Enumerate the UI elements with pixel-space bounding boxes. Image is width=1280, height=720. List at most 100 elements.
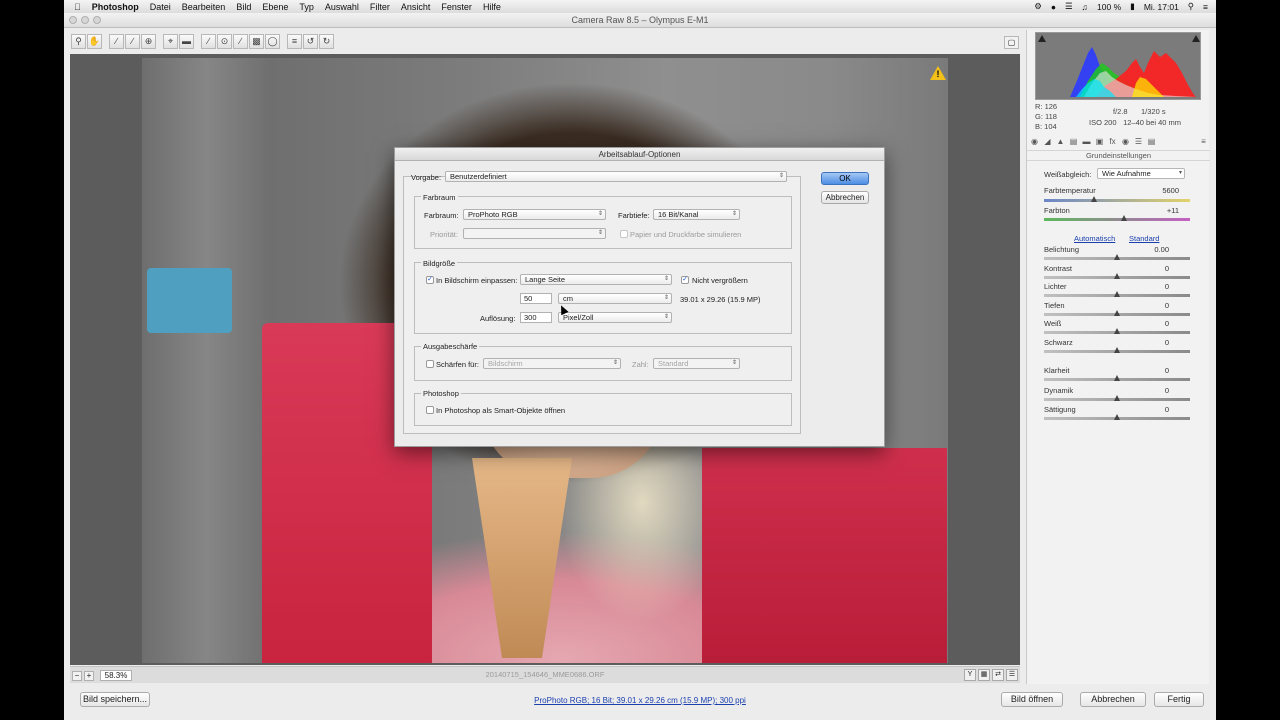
white-balance-tool-icon[interactable]: ∕ — [109, 34, 124, 49]
crop-tool-icon[interactable]: ⌖ — [163, 34, 178, 49]
red-eye-tool-icon[interactable]: ⊙ — [217, 34, 232, 49]
cancel-button[interactable]: Abbrechen — [1080, 692, 1146, 707]
resolution-unit-select[interactable]: Pixel/Zoll ⇕ — [558, 312, 672, 323]
straighten-tool-icon[interactable]: ▬ — [179, 34, 194, 49]
menu-ebene[interactable]: Ebene — [262, 2, 288, 12]
tab-split-toning-icon[interactable]: ▬ — [1081, 136, 1092, 147]
fit-screen-select[interactable]: Lange Seite ⇕ — [520, 274, 672, 285]
temperature-slider-thumb[interactable] — [1090, 196, 1097, 202]
priority-select[interactable]: ⇕ — [463, 228, 606, 239]
slider-track[interactable] — [1044, 272, 1190, 279]
slider-value[interactable]: 0 — [1129, 405, 1169, 414]
notification-icon[interactable]: ≡ — [1203, 2, 1208, 12]
tab-hsl-icon[interactable]: ▤ — [1068, 136, 1079, 147]
temperature-value[interactable]: 5600 — [1139, 186, 1179, 195]
adjustment-brush-tool-icon[interactable]: ∕ — [233, 34, 248, 49]
slider-track[interactable] — [1044, 309, 1190, 316]
preferences-tool-icon[interactable]: ≡ — [287, 34, 302, 49]
battery-icon[interactable]: ▮ — [1130, 1, 1135, 12]
slider-track[interactable] — [1044, 254, 1190, 260]
slider-thumb[interactable] — [1114, 272, 1120, 279]
menu-hilfe[interactable]: Hilfe — [483, 2, 501, 12]
zoom-window-icon[interactable] — [93, 16, 101, 24]
hand-tool-icon[interactable]: ✋ — [87, 34, 102, 49]
wifi-icon[interactable]: ☰ — [1065, 1, 1073, 12]
tab-lens-icon[interactable]: ▣ — [1094, 136, 1105, 147]
wb-select[interactable]: Wie Aufnahme ▾ — [1097, 168, 1185, 179]
rotate-right-icon[interactable]: ↻ — [319, 34, 334, 49]
slider-value[interactable]: 0 — [1129, 366, 1169, 375]
slider-track[interactable] — [1044, 394, 1190, 401]
slider-thumb[interactable] — [1114, 291, 1120, 298]
slider-thumb[interactable] — [1114, 375, 1120, 381]
filter-icon[interactable]: Y — [964, 669, 976, 681]
slider-track[interactable] — [1044, 328, 1190, 335]
tint-slider-thumb[interactable] — [1121, 215, 1128, 221]
size-input[interactable]: 50 — [520, 293, 552, 304]
tab-presets-icon[interactable]: ☰ — [1133, 136, 1144, 147]
shadow-clipping-icon[interactable] — [1038, 35, 1046, 42]
resolution-input[interactable]: 300 — [520, 312, 552, 323]
preset-select[interactable]: Benutzerdefiniert ⇕ — [445, 171, 787, 182]
simulate-paper-checkbox[interactable] — [620, 230, 628, 238]
minimize-window-icon[interactable] — [81, 16, 89, 24]
colorspace-select[interactable]: ProPhoto RGB ⇕ — [463, 209, 606, 220]
tab-effects-icon[interactable]: fx — [1107, 136, 1118, 147]
depth-select[interactable]: 16 Bit/Kanal ⇕ — [653, 209, 740, 220]
smart-object-checkbox[interactable] — [426, 406, 434, 414]
default-link[interactable]: Standard — [1129, 234, 1159, 243]
slider-track[interactable] — [1044, 375, 1190, 381]
spotlight-icon[interactable]: ⚲ — [1188, 1, 1194, 12]
slider-thumb[interactable] — [1114, 254, 1120, 260]
slider-thumb[interactable] — [1114, 394, 1120, 401]
slider-value[interactable]: 0 — [1129, 282, 1169, 291]
ok-button[interactable]: OK — [821, 172, 869, 185]
tint-value[interactable]: +11 — [1139, 206, 1179, 215]
close-window-icon[interactable] — [69, 16, 77, 24]
slider-thumb[interactable] — [1114, 347, 1120, 353]
dialog-cancel-button[interactable]: Abbrechen — [821, 191, 869, 204]
menu-auswahl[interactable]: Auswahl — [325, 2, 359, 12]
graduated-filter-tool-icon[interactable]: ▩ — [249, 34, 264, 49]
menu-filter[interactable]: Filter — [370, 2, 390, 12]
zoom-tool-icon[interactable]: ⚲ — [71, 34, 86, 49]
spot-removal-tool-icon[interactable]: ∕ — [201, 34, 216, 49]
slider-thumb[interactable] — [1114, 414, 1120, 420]
menu-fenster[interactable]: Fenster — [441, 2, 472, 12]
color-sampler-tool-icon[interactable]: ∕ — [125, 34, 140, 49]
fit-screen-checkbox[interactable]: ✓ — [426, 276, 434, 284]
tab-detail-icon[interactable]: ▲ — [1055, 136, 1066, 147]
panel-menu-icon[interactable]: ≡ — [1198, 136, 1209, 147]
slider-value[interactable]: 0 — [1129, 319, 1169, 328]
volume-icon[interactable]: ♫ — [1082, 2, 1088, 12]
slider-value[interactable]: 0 — [1129, 338, 1169, 347]
tab-tone-curve-icon[interactable]: ◢ — [1042, 136, 1053, 147]
menu-typ[interactable]: Typ — [299, 2, 314, 12]
tab-basic-icon[interactable]: ◉ — [1029, 136, 1040, 147]
unit-select[interactable]: cm ⇕ — [558, 293, 672, 304]
slider-track[interactable] — [1044, 414, 1190, 420]
auto-link[interactable]: Automatisch — [1074, 234, 1115, 243]
compare-icon[interactable]: ▦ — [978, 669, 990, 681]
tab-camera-calibration-icon[interactable]: ◉ — [1120, 136, 1131, 147]
slider-value[interactable]: 0 — [1129, 301, 1169, 310]
radial-filter-tool-icon[interactable]: ◯ — [265, 34, 280, 49]
open-image-button[interactable]: Bild öffnen — [1001, 692, 1063, 707]
sharpen-select[interactable]: Bildschirm ⇕ — [483, 358, 621, 369]
done-button[interactable]: Fertig — [1154, 692, 1204, 707]
slider-value[interactable]: 0 — [1129, 264, 1169, 273]
rotate-left-icon[interactable]: ↺ — [303, 34, 318, 49]
sync-icon[interactable]: ⚙ — [1034, 1, 1042, 12]
slider-track[interactable] — [1044, 347, 1190, 353]
swap-icon[interactable]: ⇄ — [992, 669, 1004, 681]
slider-value[interactable]: 0.00 — [1129, 245, 1169, 254]
sharpen-checkbox[interactable] — [426, 360, 434, 368]
tint-slider[interactable] — [1044, 215, 1190, 221]
slider-track[interactable] — [1044, 291, 1190, 298]
settings-list-icon[interactable]: ☰ — [1006, 669, 1018, 681]
battery-value[interactable]: 100 % — [1097, 2, 1121, 12]
amount-select[interactable]: Standard ⇕ — [653, 358, 740, 369]
apple-menu-icon[interactable]:  — [74, 2, 81, 12]
no-enlarge-checkbox[interactable]: ✓ — [681, 276, 689, 284]
skype-icon[interactable]: ● — [1051, 2, 1056, 12]
